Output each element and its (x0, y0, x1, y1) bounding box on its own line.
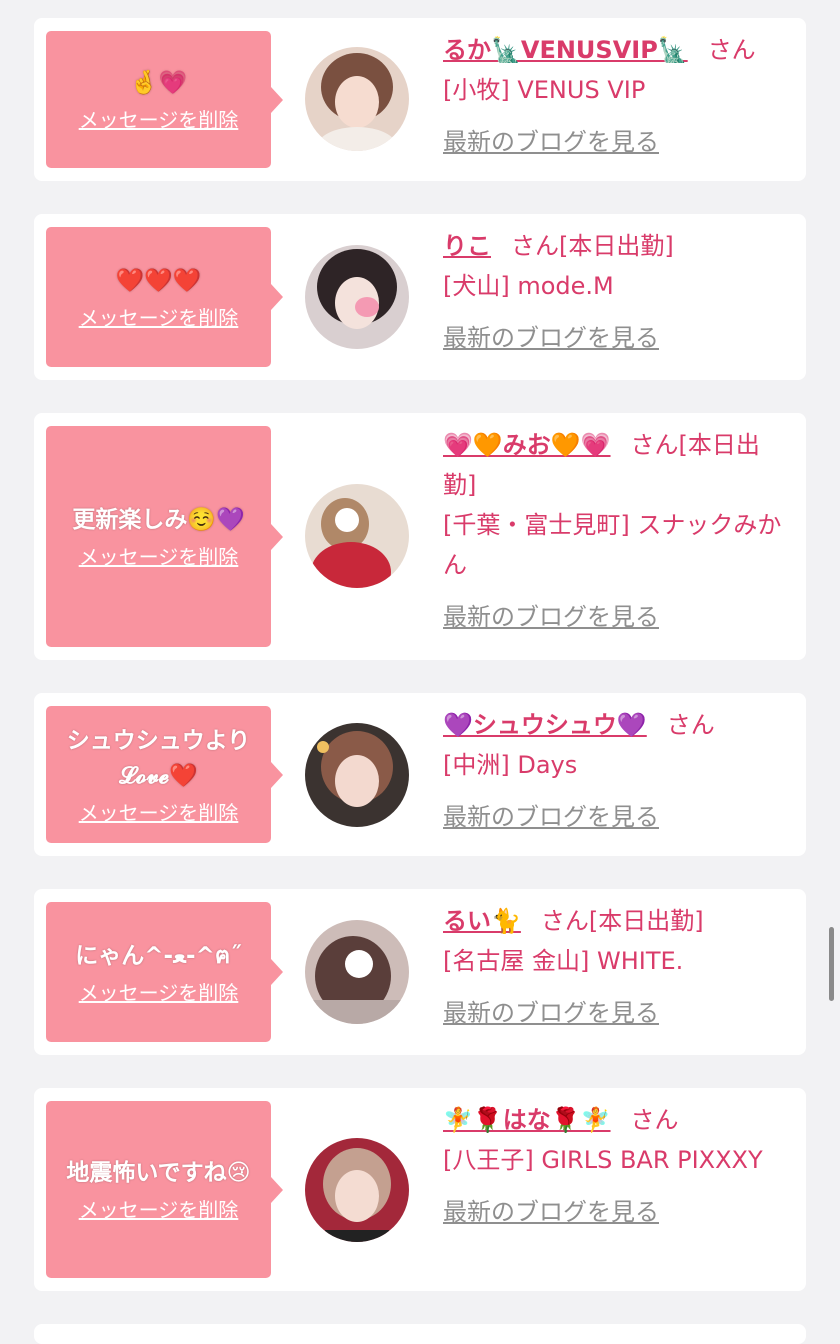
cast-name-link[interactable]: 💜シュウシュウ💜 (443, 711, 647, 739)
delete-message-link[interactable]: メッセージを削除 (79, 980, 239, 1006)
avatar-photo (305, 47, 409, 151)
cast-info: りこ さん[本日出勤] [犬山] mode.M 最新のブログを見る (443, 226, 793, 358)
avatar-photo (305, 1138, 409, 1242)
message-bubble: ❤️❤️❤️ メッセージを削除 (46, 227, 283, 367)
honorific: さん (666, 711, 715, 739)
avatar-photo (305, 723, 409, 827)
avatar-photo (305, 245, 409, 349)
message-text: 更新楽しみ☺️💜 (72, 507, 245, 533)
avatar[interactable] (305, 245, 409, 349)
message-bubble: 更新楽しみ☺️💜 メッセージを削除 (46, 426, 283, 647)
avatar[interactable] (305, 484, 409, 588)
honorific: さん (540, 907, 589, 935)
message-bubble: 地震怖いですね😢 メッセージを削除 (46, 1101, 283, 1278)
cast-info: るい🐈 さん[本日出勤] [名古屋 金山] WHITE. 最新のブログを見る (443, 901, 793, 1033)
avatar[interactable] (305, 47, 409, 151)
message-text: ❤️❤️❤️ (115, 267, 202, 294)
blog-link[interactable]: 最新のブログを見る (443, 797, 793, 837)
favorite-card: にゃん^-ﻌ-^ฅ˝ メッセージを削除 るい🐈 さん[本日出勤] [名古屋 金山]… (34, 889, 806, 1055)
message-text: シュウシュウより𝓛𝓸𝓿𝓮❤️ (66, 727, 251, 789)
cast-name-link[interactable]: 🧚🌹はな🌹🧚 (443, 1106, 611, 1134)
favorite-card: シュウシュウより𝓛𝓸𝓿𝓮❤️ メッセージを削除 💜シュウシュウ💜 さん [中洲] … (34, 693, 806, 856)
delete-message-link[interactable]: メッセージを削除 (79, 1197, 239, 1223)
shop-text: [中洲] Days (443, 751, 578, 779)
delete-message-link[interactable]: メッセージを削除 (79, 305, 239, 331)
honorific: さん (511, 232, 559, 260)
avatar-photo (305, 484, 409, 588)
shop-text: [八王子] GIRLS BAR PIXXXY (443, 1146, 763, 1174)
scrollbar-thumb[interactable] (829, 927, 834, 1001)
favorite-card: ❤️❤️❤️ メッセージを削除 りこ さん[本日出勤] [犬山] mode.M 最… (34, 214, 806, 380)
shop-text: [名古屋 金山] WHITE. (443, 947, 684, 975)
status-text: [本日出勤] (559, 232, 674, 260)
cast-info: 💜シュウシュウ💜 さん [中洲] Days 最新のブログを見る (443, 705, 793, 837)
avatar-photo (305, 920, 409, 1024)
honorific: さん (630, 1106, 679, 1134)
shop-text: [千葉・富士見町] スナックみかん (443, 511, 782, 579)
delete-message-link[interactable]: メッセージを削除 (79, 544, 239, 570)
cast-name-link[interactable]: 💗🧡みお🧡💗 (443, 431, 611, 459)
blog-link[interactable]: 最新のブログを見る (443, 122, 793, 162)
favorite-card-partial (34, 1324, 806, 1344)
cast-info: るか🗽VENUSVIP🗽 さん [小牧] VENUS VIP 最新のブログを見る (443, 30, 793, 162)
message-bubble: シュウシュウより𝓛𝓸𝓿𝓮❤️ メッセージを削除 (46, 706, 283, 843)
honorific: さん (630, 431, 679, 459)
avatar[interactable] (305, 1138, 409, 1242)
cast-name-link[interactable]: るか🗽VENUSVIP🗽 (443, 36, 688, 64)
message-bubble: にゃん^-ﻌ-^ฅ˝ メッセージを削除 (46, 902, 283, 1042)
delete-message-link[interactable]: メッセージを削除 (79, 107, 239, 133)
status-text: [本日出勤] (588, 907, 704, 935)
blog-link[interactable]: 最新のブログを見る (443, 318, 793, 358)
message-bubble: 🤞💗 メッセージを削除 (46, 31, 283, 168)
shop-text: [小牧] VENUS VIP (443, 76, 646, 104)
avatar[interactable] (305, 920, 409, 1024)
message-text: 地震怖いですね😢 (66, 1160, 251, 1186)
cast-name-link[interactable]: るい🐈 (443, 907, 521, 935)
blog-link[interactable]: 最新のブログを見る (443, 1192, 793, 1232)
favorite-card: 🤞💗 メッセージを削除 るか🗽VENUSVIP🗽 さん [小牧] VENUS VI… (34, 18, 806, 181)
favorite-card: 地震怖いですね😢 メッセージを削除 🧚🌹はな🌹🧚 さん [八王子] GIRLS B… (34, 1088, 806, 1291)
cast-name-link[interactable]: りこ (443, 232, 491, 260)
cast-info: 🧚🌹はな🌹🧚 さん [八王子] GIRLS BAR PIXXXY 最新のブログを見… (443, 1100, 793, 1232)
blog-link[interactable]: 最新のブログを見る (443, 597, 793, 637)
message-text: 🤞💗 (129, 70, 188, 96)
honorific: さん (707, 36, 756, 64)
avatar[interactable] (305, 723, 409, 827)
message-text: にゃん^-ﻌ-^ฅ˝ (75, 942, 242, 969)
delete-message-link[interactable]: メッセージを削除 (79, 800, 239, 826)
cast-info: 💗🧡みお🧡💗 さん[本日出勤] [千葉・富士見町] スナックみかん 最新のブログを… (443, 425, 793, 637)
favorite-card: 更新楽しみ☺️💜 メッセージを削除 💗🧡みお🧡💗 さん[本日出勤] [千葉・富士見… (34, 413, 806, 660)
shop-text: [犬山] mode.M (443, 272, 614, 300)
blog-link[interactable]: 最新のブログを見る (443, 993, 793, 1033)
